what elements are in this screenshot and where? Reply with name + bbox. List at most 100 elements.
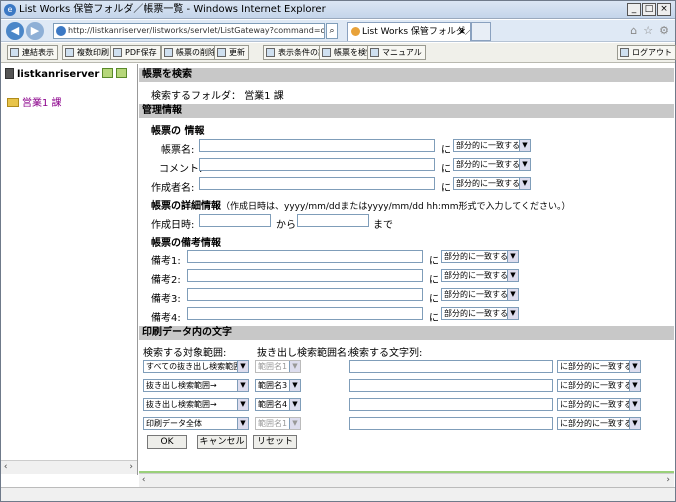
remark3-input[interactable] [187,288,423,301]
forward-icon[interactable]: ▶ [26,22,44,40]
ni-label: に [441,145,451,156]
delete-icon [164,48,173,57]
string-column-label: 検索する文字列: [349,348,423,359]
chevron-down-icon: ▼ [519,159,530,170]
url-field[interactable]: http://listkanriserver/listworks/servlet… [53,23,325,39]
remark4-label: 備考4: [151,313,181,324]
folder-up-icon[interactable] [102,68,114,78]
string-match-select-1[interactable]: に部分的に一致する ▼ [557,360,641,373]
title-bar: e List Works 保管フォルダ／帳票一覧 - Windows Inter… [1,1,675,19]
remark3-match-select[interactable]: 部分的に一致する ▼ [441,288,519,301]
range-select-3[interactable]: 範囲名4 ▼ [255,398,301,411]
creator-input[interactable] [199,177,435,190]
report-name-input[interactable] [199,139,435,152]
pdf-save-button[interactable]: PDF保存 [110,45,161,60]
search-string-input-3[interactable] [349,398,553,411]
favorites-icon[interactable]: ☆ [643,24,653,37]
tab-close-icon[interactable]: × [458,23,466,41]
chevron-down-icon: ▼ [237,380,248,391]
cancel-button[interactable]: キャンセル [197,435,247,449]
chevron-down-icon: ▼ [507,270,518,281]
chevron-down-icon: ▼ [519,178,530,189]
tools-icon[interactable]: ⚙ [659,24,669,37]
scope-select-2[interactable]: 抜き出し検索範囲→ ▼ [143,379,249,392]
until-label: まで [373,220,393,231]
logout-icon [620,48,629,57]
comment-input[interactable] [199,158,435,171]
logout-button[interactable]: ログアウト [617,45,676,60]
back-icon[interactable]: ◀ [6,22,24,40]
tab-listworks[interactable]: List Works 保管フォルダ／帳...× [347,22,471,41]
maximize-button[interactable]: □ [642,3,656,16]
address-bar: ◀ ▶ http://listkanriserver/listworks/ser… [1,20,675,42]
string-match-select-2[interactable]: に部分的に一致する ▼ [557,379,641,392]
range-select-2[interactable]: 範囲名3 ▼ [255,379,301,392]
search-string-input-2[interactable] [349,379,553,392]
refresh-button[interactable]: 更新 [214,45,249,60]
minimize-button[interactable]: _ [627,3,641,16]
comment-label: コメント: [159,164,203,175]
chevron-down-icon: ▼ [507,308,518,319]
creator-label: 作成者名: [151,183,195,194]
folder-item-eigyo1[interactable]: 営業1 課 [7,94,62,109]
folder-icon [7,98,19,107]
tree-hscrollbar[interactable]: ‹ › [1,460,137,474]
print-icon [65,48,74,57]
refresh-icon [217,48,226,57]
target-folder-label: 検索するフォルダ： 営業1 課 [151,91,284,102]
main-hscrollbar[interactable]: ‹ › [139,473,674,487]
created-to-input[interactable] [297,214,369,227]
address-search-icon[interactable]: ⌕ [326,23,338,39]
creator-match-select[interactable]: 部分的に一致する ▼ [453,177,531,190]
scope-select-3[interactable]: 抜き出し検索範囲→ ▼ [143,398,249,411]
server-node[interactable]: listkanriserver [5,68,128,80]
reset-button[interactable]: リセット [253,435,297,449]
report-name-label: 帳票名: [161,145,195,156]
search-string-input-1[interactable] [349,360,553,373]
remark1-match-select[interactable]: 部分的に一致する ▼ [441,250,519,263]
search-icon [322,48,331,57]
section-search-header: 帳票を検索 [139,68,674,82]
remark1-input[interactable] [187,250,423,263]
new-tab-button[interactable] [471,22,491,41]
remark2-input[interactable] [187,269,423,282]
refresh-tree-icon[interactable] [116,68,128,78]
ok-button[interactable]: OK [147,435,187,449]
linked-view-icon [10,48,19,57]
manual-button[interactable]: マニュアル [367,45,426,60]
window-title: List Works 保管フォルダ／帳票一覧 - Windows Interne… [19,4,326,15]
search-form: 帳票を検索 検索するフォルダ： 営業1 課 管理情報 帳票の 情報 帳票名: に… [139,64,674,475]
remark2-label: 備考2: [151,275,181,286]
close-button[interactable]: × [657,3,671,16]
detail-heading: 帳票の詳細情報（作成日時は、yyyy/mm/ddまたはyyyy/mm/dd hh… [151,201,571,212]
section-mgmt-header: 管理情報 [139,104,674,118]
remark2-match-select[interactable]: 部分的に一致する ▼ [441,269,519,282]
home-icon[interactable]: ⌂ [630,24,637,37]
chevron-down-icon: ▼ [237,361,248,372]
range-column-label: 抜き出し検索範囲名: [257,348,351,359]
string-match-select-3[interactable]: に部分的に一致する ▼ [557,398,641,411]
browser-window: e List Works 保管フォルダ／帳票一覧 - Windows Inter… [0,0,676,502]
search-string-input-4[interactable] [349,417,553,430]
pdf-icon [113,48,122,57]
folder-tree: listkanriserver 営業1 課 ‹ › [1,64,138,475]
settings-icon [266,48,275,57]
manual-icon [370,48,379,57]
chevron-down-icon: ▼ [629,361,640,372]
scope-select-1[interactable]: すべての抜き出し検索範囲 ▼ [143,360,249,373]
report-name-match-select[interactable]: 部分的に一致する ▼ [453,139,531,152]
chevron-down-icon: ▼ [237,399,248,410]
string-match-select-4[interactable]: に部分的に一致する ▼ [557,417,641,430]
remark3-label: 備考3: [151,294,181,305]
linked-view-button[interactable]: 連結表示 [7,45,58,60]
scope-select-4[interactable]: 印刷データ全体 ▼ [143,417,249,430]
delete-report-button[interactable]: 帳票の削除 [161,45,220,60]
multi-print-button[interactable]: 複数印刷 [62,45,113,60]
remark4-input[interactable] [187,307,423,320]
status-bar [1,487,675,501]
ni-label: に [441,183,451,194]
created-from-input[interactable] [199,214,271,227]
remark4-match-select[interactable]: 部分的に一致する ▼ [441,307,519,320]
range-select-4: 範囲名1 ▼ [255,417,301,430]
comment-match-select[interactable]: 部分的に一致する ▼ [453,158,531,171]
